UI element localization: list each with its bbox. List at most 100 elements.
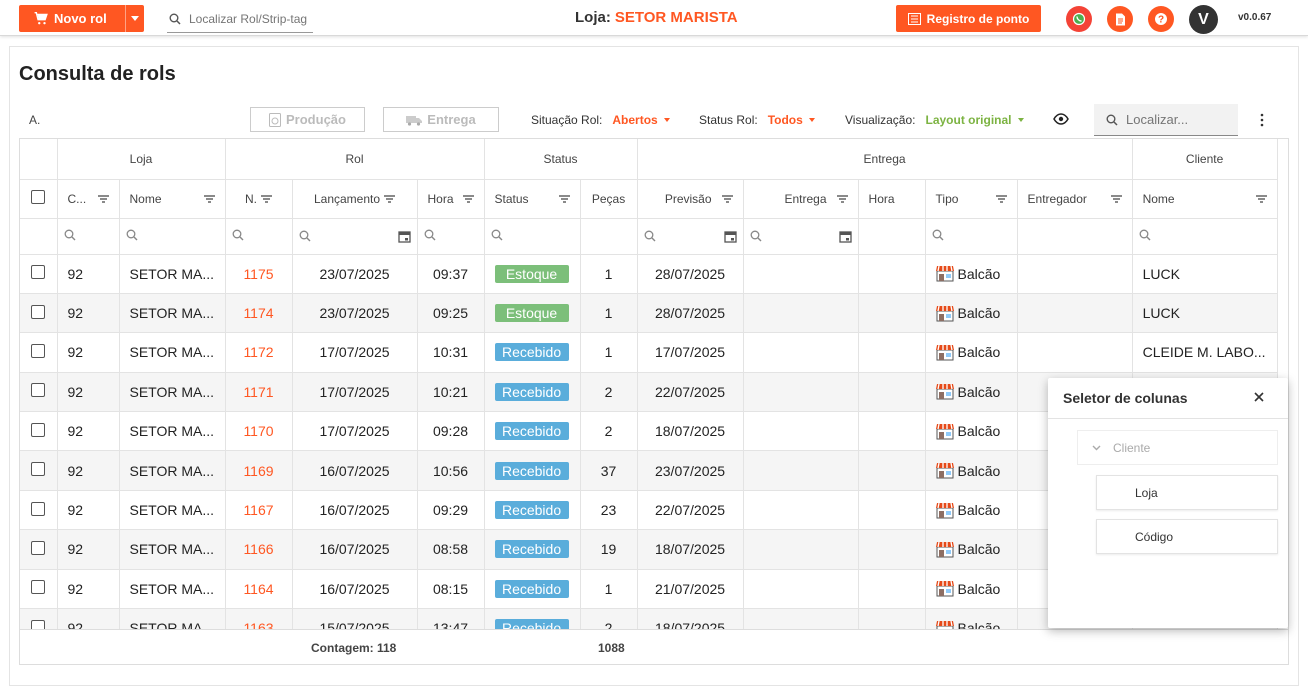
search-icon <box>1106 114 1118 126</box>
row-checkbox[interactable] <box>31 304 46 319</box>
cell-hora: 09:25 <box>417 293 485 334</box>
cell-numero-link[interactable]: 1170 <box>225 411 293 452</box>
filter-icon[interactable] <box>203 194 215 203</box>
status-filter[interactable]: Status Rol: Todos <box>699 113 815 127</box>
filter-icon[interactable] <box>1255 194 1267 203</box>
document-button[interactable] <box>1107 6 1133 32</box>
col-header-lancamento[interactable]: Lançamento <box>292 179 418 219</box>
filter-icon[interactable] <box>995 194 1007 203</box>
table-row[interactable]: 92 SETOR MA... 1172 17/07/2025 10:31 Recebido… <box>20 332 1278 373</box>
col-header-entrega[interactable]: Entrega <box>743 179 859 219</box>
cell-status: Estoque <box>484 254 581 294</box>
col-lancamento-label: Lançamento <box>313 191 381 206</box>
whatsapp-icon <box>1072 12 1086 26</box>
grid-search-input[interactable] <box>1126 112 1226 127</box>
cell-numero-link[interactable]: 1164 <box>225 569 293 610</box>
calendar-icon[interactable] <box>838 230 852 243</box>
column-chooser-item-codigo[interactable]: Código <box>1096 519 1278 554</box>
cell-entrega-hora <box>858 411 926 452</box>
producao-button[interactable]: Produção <box>250 107 365 132</box>
filter-cell-tipo[interactable] <box>925 218 1018 255</box>
filter-icon[interactable] <box>261 194 272 203</box>
store-icon <box>935 502 954 519</box>
filter-cell-entrega[interactable] <box>743 218 859 255</box>
cell-entrega <box>743 529 859 570</box>
close-icon[interactable] <box>1252 390 1266 404</box>
whatsapp-button[interactable] <box>1066 6 1092 32</box>
row-checkbox[interactable] <box>31 462 46 477</box>
row-checkbox[interactable] <box>31 580 46 595</box>
cell-tipo: Balcão <box>925 608 1018 629</box>
user-avatar[interactable]: V <box>1189 5 1218 34</box>
new-rol-button[interactable]: Novo rol <box>19 5 144 32</box>
help-icon: ? <box>1155 13 1167 26</box>
col-header-entregador[interactable]: Entregador <box>1017 179 1133 219</box>
row-checkbox[interactable] <box>31 343 46 358</box>
rol-search-input[interactable] <box>189 12 309 26</box>
band-loja: Loja <box>57 139 226 180</box>
col-header-numero[interactable]: N. <box>225 179 293 219</box>
filter-cell-codigo[interactable] <box>57 218 120 255</box>
col-header-codigo[interactable]: C... <box>57 179 120 219</box>
filter-cell-cliente[interactable] <box>1132 218 1278 255</box>
table-row[interactable]: 92 SETOR MA... 1175 23/07/2025 09:37 Estoque 1… <box>20 254 1278 294</box>
more-options-icon[interactable] <box>1259 112 1265 128</box>
row-checkbox[interactable] <box>31 422 46 437</box>
clock-in-button[interactable]: Registro de ponto <box>896 5 1041 32</box>
cell-numero-link[interactable]: 1166 <box>225 529 293 570</box>
cell-codigo: 92 <box>57 372 120 413</box>
select-all-checkbox[interactable] <box>31 190 46 204</box>
col-header-tipo[interactable]: Tipo <box>925 179 1018 219</box>
help-button[interactable]: ? <box>1148 6 1174 32</box>
row-checkbox[interactable] <box>31 540 46 555</box>
filter-cell-status[interactable] <box>484 218 581 255</box>
col-header-entrega-hora[interactable]: Hora <box>858 179 926 219</box>
row-checkbox[interactable] <box>31 501 46 516</box>
row-checkbox[interactable] <box>31 619 46 629</box>
filter-cell-hora[interactable] <box>417 218 485 255</box>
cell-numero-link[interactable]: 1163 <box>225 608 293 629</box>
column-chooser-item-loja[interactable]: Loja <box>1096 475 1278 510</box>
filter-icon[interactable] <box>721 194 733 203</box>
eye-icon[interactable] <box>1053 112 1069 126</box>
filter-cell-previsao[interactable] <box>637 218 744 255</box>
filter-icon[interactable] <box>384 194 396 203</box>
col-header-status[interactable]: Status <box>484 179 581 219</box>
column-chooser-group-cliente[interactable]: Cliente <box>1077 430 1278 465</box>
filter-cell-lancamento[interactable] <box>292 218 418 255</box>
filter-icon[interactable] <box>836 194 848 203</box>
cell-numero-link[interactable]: 1174 <box>225 293 293 334</box>
status-value: Todos <box>767 113 803 127</box>
cell-numero-link[interactable]: 1172 <box>225 332 293 373</box>
filter-icon[interactable] <box>462 194 474 203</box>
row-checkbox[interactable] <box>31 383 46 398</box>
new-rol-dropdown-toggle[interactable] <box>125 5 144 32</box>
filter-cell-nome[interactable] <box>119 218 226 255</box>
calendar-icon[interactable] <box>397 230 411 243</box>
situacao-filter[interactable]: Situação Rol: Abertos <box>531 113 670 127</box>
entrega-button[interactable]: Entrega <box>383 107 499 132</box>
cell-numero-link[interactable]: 1175 <box>225 254 293 294</box>
col-header-hora[interactable]: Hora <box>417 179 485 219</box>
col-pecas-label: Peças <box>591 191 626 206</box>
col-header-nome[interactable]: Nome <box>119 179 226 219</box>
filter-icon[interactable] <box>558 194 570 203</box>
col-header-pecas[interactable]: Peças <box>580 179 638 219</box>
filter-cell-numero[interactable] <box>225 218 293 255</box>
cell-numero-link[interactable]: 1167 <box>225 490 293 531</box>
table-row[interactable]: 92 SETOR MA... 1174 23/07/2025 09:25 Estoque 1… <box>20 293 1278 334</box>
calendar-icon[interactable] <box>723 230 737 243</box>
col-previsao-label: Previsão <box>664 191 712 206</box>
cell-numero-link[interactable]: 1169 <box>225 450 293 491</box>
cell-hora: 09:29 <box>417 490 485 531</box>
row-checkbox[interactable] <box>31 265 46 280</box>
filter-icon[interactable] <box>1110 194 1122 203</box>
filter-icon[interactable] <box>97 194 109 203</box>
clock-in-label: Registro de ponto <box>926 11 1030 26</box>
visualizacao-filter[interactable]: Visualização: Layout original <box>845 113 1024 127</box>
tipo-label: Balcão <box>957 541 1001 558</box>
search-icon <box>126 229 137 241</box>
col-header-previsao[interactable]: Previsão <box>637 179 744 219</box>
col-header-cliente-nome[interactable]: Nome <box>1132 179 1278 219</box>
cell-numero-link[interactable]: 1171 <box>225 372 293 413</box>
